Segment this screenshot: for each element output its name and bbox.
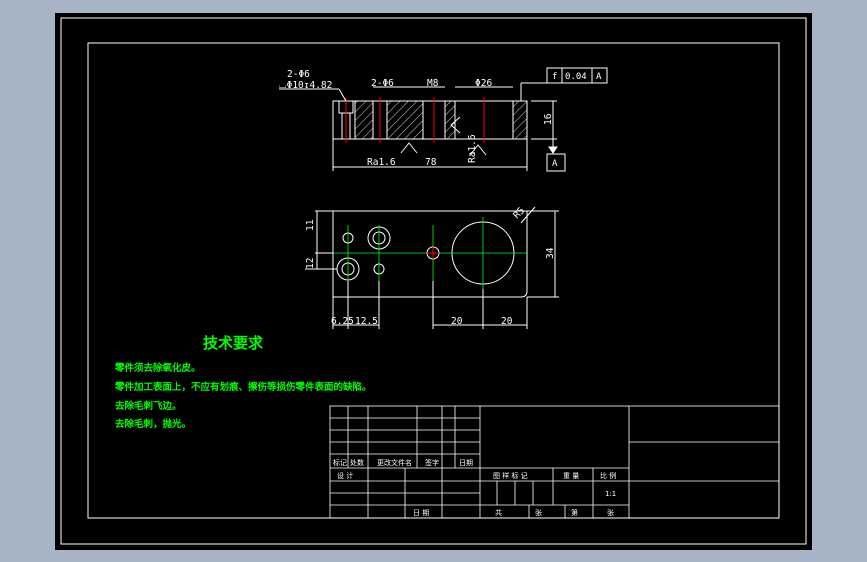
dim-16: 16 — [543, 113, 554, 125]
tolerance-value: 0.04 — [565, 72, 587, 82]
date-label: 日 期 — [413, 509, 429, 517]
dim-holes-qty: 2-Φ6 — [287, 69, 310, 80]
top-view — [305, 206, 559, 329]
rev-header-doc: 更改文件名 — [377, 458, 412, 467]
dim-12: 12 — [305, 258, 316, 269]
weight-header: 重 量 — [563, 472, 579, 480]
dim-phi26: Φ26 — [475, 78, 492, 89]
hatch-region-1 — [354, 100, 374, 140]
dim-12-5: 12.5 — [355, 316, 378, 327]
dim-78: 78 — [425, 157, 437, 168]
scale-value: 1:1 — [605, 490, 616, 498]
dim-holes-cbore: ⌴Φ10↧4.82 — [279, 80, 332, 91]
design-label: 设 计 — [337, 471, 353, 480]
hatch-region-2 — [386, 100, 424, 140]
rev-header-count: 处数 — [350, 458, 364, 467]
sheets-total-label: 共 — [495, 508, 502, 517]
hatch-region-4 — [512, 100, 528, 140]
datum-label: A — [552, 159, 558, 169]
tolerance-symbol: f — [552, 72, 557, 82]
requirements-title: 技术要求 — [203, 334, 264, 352]
tolerance-datum: A — [596, 72, 602, 82]
title-block-text: 标记 处数 更改文件名 签字 日期 设 计 日 期 图 样 标 记 重 量 比 … — [333, 458, 616, 517]
dim-2-phi6: 2-Φ6 — [371, 78, 394, 89]
roughness-right: Ra1.6 — [467, 134, 478, 163]
sheet-no-label: 第 — [571, 508, 578, 517]
drawing-sheet: f 0.04 A A 2-Φ6 ⌴Φ10↧4.82 2-Φ6 M8 Φ26 16… — [55, 13, 812, 550]
rev-header-date: 日期 — [459, 459, 473, 467]
requirement-line-1: 零件须去除氧化皮。 — [114, 362, 201, 374]
sheet-no-unit: 张 — [607, 508, 614, 517]
sheets-total-unit: 张 — [535, 508, 542, 517]
dim-m8: M8 — [427, 78, 439, 89]
dim-20-left: 20 — [451, 316, 463, 327]
cad-drawing: f 0.04 A A 2-Φ6 ⌴Φ10↧4.82 2-Φ6 M8 Φ26 16… — [60, 17, 807, 545]
dim-11: 11 — [305, 219, 316, 231]
stage-header: 图 样 标 记 — [493, 471, 528, 480]
requirement-line-2: 零件加工表面上，不应有划痕、擦伤等损伤零件表面的缺陷。 — [114, 381, 372, 393]
dim-20-right: 20 — [501, 316, 513, 327]
rev-header-sign: 签字 — [425, 458, 439, 467]
scale-header: 比 例 — [600, 471, 616, 480]
rev-header-mark: 标记 — [333, 458, 347, 467]
datum-box: A — [546, 153, 566, 172]
requirement-line-3: 去除毛刺飞边。 — [115, 400, 182, 412]
dim-34: 34 — [545, 247, 556, 259]
roughness-left: Ra1.6 — [367, 157, 396, 168]
section-view — [279, 82, 558, 171]
dim-6-25: 6.25 — [331, 316, 354, 327]
requirement-line-4: 去除毛刺，抛光。 — [115, 418, 191, 430]
top-outline — [332, 210, 528, 298]
hatch-region-3 — [444, 100, 456, 140]
tolerance-frame: f 0.04 A — [546, 67, 608, 84]
